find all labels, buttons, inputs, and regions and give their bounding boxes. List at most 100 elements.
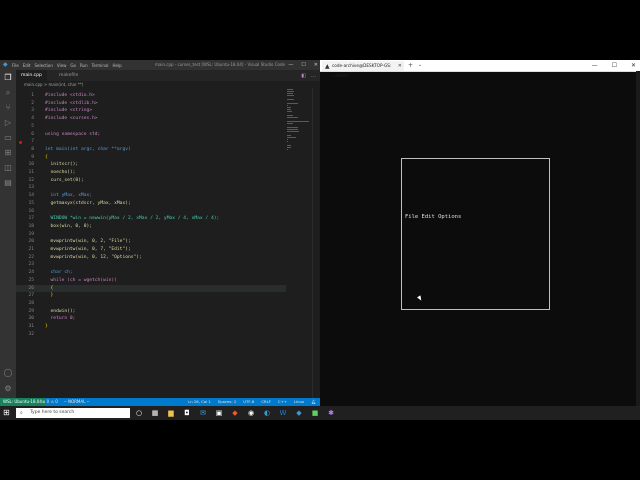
menu-item-edit[interactable]: Edit	[23, 63, 31, 68]
code-line[interactable]: 17 WINDOW *win = newwin(yMax / 2, xMax /…	[16, 215, 286, 223]
docker-icon[interactable]: ◫	[3, 163, 13, 173]
close-icon[interactable]: ✕	[314, 62, 318, 68]
extensions-icon[interactable]: ⊞	[3, 148, 13, 158]
store-icon[interactable]: ◘	[182, 408, 192, 418]
code-line[interactable]: 20 mvwprintw(win, 0, 2, "File");	[16, 238, 286, 246]
code-line[interactable]: 10 initscr();	[16, 161, 286, 169]
code-editor[interactable]: 1 #include <stdio.h> 2 #include <stdlib.h> 3…	[16, 88, 320, 398]
taskbar-search[interactable]: ⌕ Type here to search	[16, 408, 130, 418]
code-line[interactable]: 14 int yMax, xMax;	[16, 192, 286, 200]
code-line[interactable]: 27 }	[16, 292, 286, 300]
close-icon[interactable]: ✕	[398, 61, 402, 71]
maximize-icon[interactable]: ☐	[612, 62, 617, 69]
tab-main-cpp[interactable]: main.cpp	[16, 70, 47, 81]
code-line[interactable]: 7	[16, 138, 286, 146]
breakpoint-dot-icon[interactable]	[19, 140, 22, 144]
platform[interactable]: Linux	[294, 398, 304, 406]
edge-icon[interactable]: ◐	[262, 408, 272, 418]
terminal-scrollbar[interactable]	[636, 71, 640, 406]
remote-explorer-icon[interactable]: ▭	[3, 133, 13, 143]
mail-icon[interactable]: ✉	[198, 408, 208, 418]
code-line[interactable]: 9{	[16, 154, 286, 162]
menu-item-view[interactable]: View	[57, 63, 67, 68]
taskbar: ⊞ ⌕ Type here to search ○ ▦ ▆ ◘ ✉ ▣ ◆ ◉ …	[0, 406, 640, 420]
code-line[interactable]: 19	[16, 231, 286, 239]
code-line[interactable]: 31}	[16, 323, 286, 331]
code-text: mvwprintw(win, 0, 2, "File");	[45, 239, 131, 245]
code-line[interactable]: 1 #include <stdio.h>	[16, 92, 286, 100]
purple-app-icon[interactable]: ✱	[326, 408, 336, 418]
account-icon[interactable]: ◯	[3, 368, 13, 378]
code-line[interactable]: 6 using namespace std;	[16, 131, 286, 139]
code-line[interactable]: 5	[16, 123, 286, 131]
menu-item-selection[interactable]: Selection	[34, 63, 52, 68]
maximize-icon[interactable]: ☐	[301, 62, 305, 68]
menu-item-run[interactable]: Run	[80, 63, 88, 68]
code-line[interactable]: 30 return 0;	[16, 315, 286, 323]
bell-icon[interactable]: 🔔︎	[311, 398, 316, 406]
source-control-icon[interactable]: ⑂	[3, 103, 13, 113]
code-line[interactable]: 2 #include <stdlib.h>	[16, 100, 286, 108]
code-line[interactable]: 23	[16, 261, 286, 269]
menu-item-go[interactable]: Go	[70, 63, 76, 68]
code-line[interactable]: 4 #include <curses.h>	[16, 115, 286, 123]
code-line[interactable]: 22 mvwprintw(win, 0, 12, "Options");	[16, 254, 286, 262]
green-app-icon[interactable]: ■	[310, 408, 320, 418]
code-line[interactable]: 15 getmaxyx(stdscr, yMax, xMax);	[16, 200, 286, 208]
task-view-icon[interactable]: ○	[134, 408, 144, 418]
plus-icon[interactable]: +	[408, 60, 413, 71]
brave-icon[interactable]: ◆	[230, 408, 240, 418]
terminal-app-icon[interactable]: ▣	[214, 408, 224, 418]
terminal-window[interactable]: ▲ code-archive@DESKTOP-GS: ~/tutori ✕ + …	[320, 60, 640, 406]
code-line[interactable]: 25 while (ch = wgetch(win))	[16, 277, 286, 285]
code-line[interactable]: 29 endwin();	[16, 308, 286, 316]
steam-icon[interactable]: ◉	[246, 408, 256, 418]
search-icon[interactable]: ⌕	[3, 88, 13, 98]
menu-item-file[interactable]: File	[12, 63, 19, 68]
more-actions-icon[interactable]: …	[311, 73, 316, 79]
code-line[interactable]: 11 noecho();	[16, 169, 286, 177]
code-line[interactable]: 32	[16, 331, 286, 339]
code-line[interactable]: 12 curs_set(0);	[16, 177, 286, 185]
code-line[interactable]: 8 int main(int argc, char **argv)	[16, 146, 286, 154]
code-line[interactable]: 26 {	[16, 284, 286, 293]
line-number: 17	[28, 216, 34, 222]
code-line[interactable]: 21 mvwprintw(win, 0, 7, "Edit");	[16, 246, 286, 254]
tab-makefile[interactable]: makefile	[54, 70, 83, 81]
file-explorer-icon[interactable]: ▆	[166, 408, 176, 418]
code-line[interactable]: 3 #include <string>	[16, 107, 286, 115]
code-line[interactable]: 16	[16, 208, 286, 216]
language-mode[interactable]: C++	[278, 398, 287, 406]
terminal-tab[interactable]: ▲ code-archive@DESKTOP-GS: ~/tutori ✕	[322, 61, 404, 78]
minimize-icon[interactable]: —	[592, 62, 598, 69]
close-icon[interactable]: ✕	[631, 62, 636, 69]
ncurses-window-box	[401, 158, 550, 310]
problems-count[interactable]: ⊗ 0 ⚠ 0	[42, 398, 58, 406]
menu-item-help[interactable]: Help	[113, 63, 122, 68]
code-line[interactable]: 18 box(win, 0, 0);	[16, 223, 286, 231]
widgets-icon[interactable]: ▦	[150, 408, 160, 418]
menu-item-terminal[interactable]: Terminal	[92, 63, 109, 68]
code-line[interactable]: 13	[16, 184, 286, 192]
end-of-line[interactable]: CRLF	[261, 398, 271, 406]
editor-scrollbar[interactable]	[312, 88, 319, 398]
code-text: using namespace std;	[45, 131, 101, 137]
breadcrumb[interactable]: main.cpp > main(int, char **)	[16, 81, 320, 88]
code-line[interactable]: 24 char ch;	[16, 269, 286, 277]
explorer-icon[interactable]: ❐	[3, 73, 13, 83]
minimize-icon[interactable]: —	[288, 62, 293, 68]
remote-indicator[interactable]: WSL: Ubuntu-18.04	[0, 398, 45, 406]
split-editor-icon[interactable]: ◧	[301, 73, 306, 79]
run-debug-icon[interactable]: ▷	[3, 118, 13, 128]
encoding[interactable]: UTF-8	[243, 398, 254, 406]
minimap[interactable]	[287, 88, 309, 150]
indentation[interactable]: Spaces: 2	[218, 398, 236, 406]
chevron-down-icon[interactable]: ⌄	[418, 60, 422, 71]
code-line[interactable]: 28	[16, 300, 286, 308]
cursor-position[interactable]: Ln 26, Col 1	[188, 398, 211, 406]
word-icon[interactable]: W	[278, 408, 288, 418]
folder-icon[interactable]: ▤	[3, 178, 13, 188]
gear-icon[interactable]: ⚙	[3, 384, 13, 394]
vscode-app-icon[interactable]: ◆	[294, 408, 304, 418]
windows-start-icon[interactable]: ⊞	[3, 409, 11, 417]
